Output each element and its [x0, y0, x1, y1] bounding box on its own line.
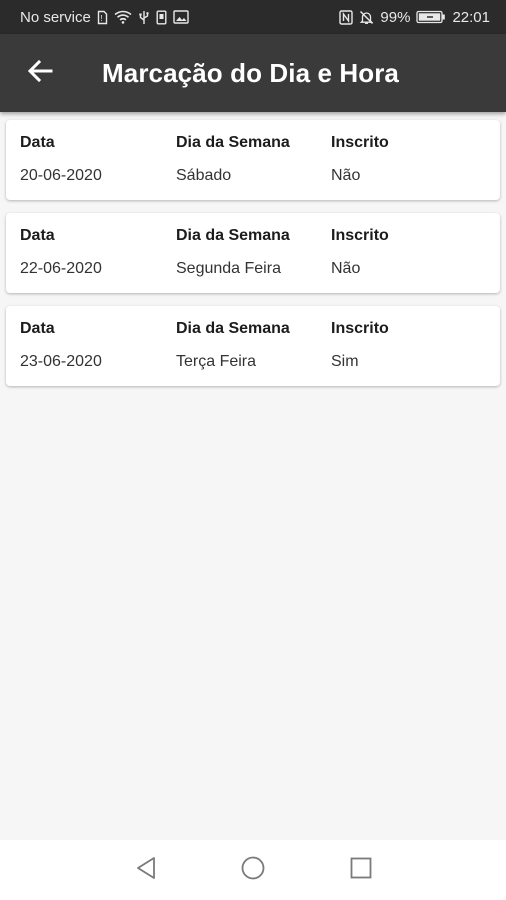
- status-left: No service !: [20, 9, 189, 26]
- carrier-label: No service: [20, 8, 91, 26]
- enrolled-header: Inscrito: [331, 227, 389, 244]
- list-item[interactable]: Data 20-06-2020 Dia da Semana Sábado Ins…: [6, 120, 500, 200]
- sim-icon: !: [97, 9, 108, 25]
- date-value: 20-06-2020: [20, 167, 102, 184]
- status-right: 99% 22:01: [339, 9, 490, 26]
- app-bar: Marcação do Dia e Hora: [0, 34, 506, 112]
- appointment-list: Data 20-06-2020 Dia da Semana Sábado Ins…: [6, 120, 500, 399]
- gallery-icon: [173, 9, 189, 25]
- weekday-header: Dia da Semana: [176, 134, 290, 151]
- nav-back-button[interactable]: [116, 840, 176, 900]
- nav-recents-button[interactable]: [331, 840, 391, 900]
- list-item[interactable]: Data 22-06-2020 Dia da Semana Segunda Fe…: [6, 213, 500, 293]
- date-header: Data: [20, 320, 55, 337]
- clock: 22:01: [452, 8, 490, 26]
- enrolled-header: Inscrito: [331, 320, 389, 337]
- enrolled-value: Não: [331, 167, 361, 184]
- battery-percent: 99%: [380, 8, 411, 26]
- weekday-value: Segunda Feira: [176, 260, 281, 277]
- weekday-value: Sábado: [176, 167, 232, 184]
- arrow-left-icon: [27, 59, 53, 88]
- back-button[interactable]: [12, 45, 68, 101]
- enrolled-value: Sim: [331, 353, 359, 370]
- system-nav-bar: [0, 840, 506, 900]
- date-header: Data: [20, 227, 55, 244]
- date-value: 22-06-2020: [20, 260, 102, 277]
- weekday-header: Dia da Semana: [176, 227, 290, 244]
- status-bar: No service ! 99% 22:01: [0, 0, 506, 34]
- battery-icon: [416, 9, 446, 25]
- weekday-header: Dia da Semana: [176, 320, 290, 337]
- sd-card-icon: [156, 9, 167, 25]
- enrolled-value: Não: [331, 260, 361, 277]
- nav-home-button[interactable]: [223, 840, 283, 900]
- svg-text:!: !: [100, 14, 102, 23]
- nfc-icon: [339, 9, 354, 25]
- page-title: Marcação do Dia e Hora: [102, 57, 399, 88]
- back-triangle-icon: [135, 856, 157, 885]
- recents-square-icon: [350, 857, 372, 884]
- wifi-icon: [114, 9, 132, 25]
- list-item[interactable]: Data 23-06-2020 Dia da Semana Terça Feir…: [6, 306, 500, 386]
- weekday-value: Terça Feira: [176, 353, 257, 370]
- usb-icon: [138, 9, 150, 25]
- date-header: Data: [20, 134, 55, 151]
- enrolled-header: Inscrito: [331, 134, 389, 151]
- date-value: 23-06-2020: [20, 353, 102, 370]
- bell-off-icon: [359, 9, 374, 25]
- home-circle-icon: [241, 856, 265, 885]
